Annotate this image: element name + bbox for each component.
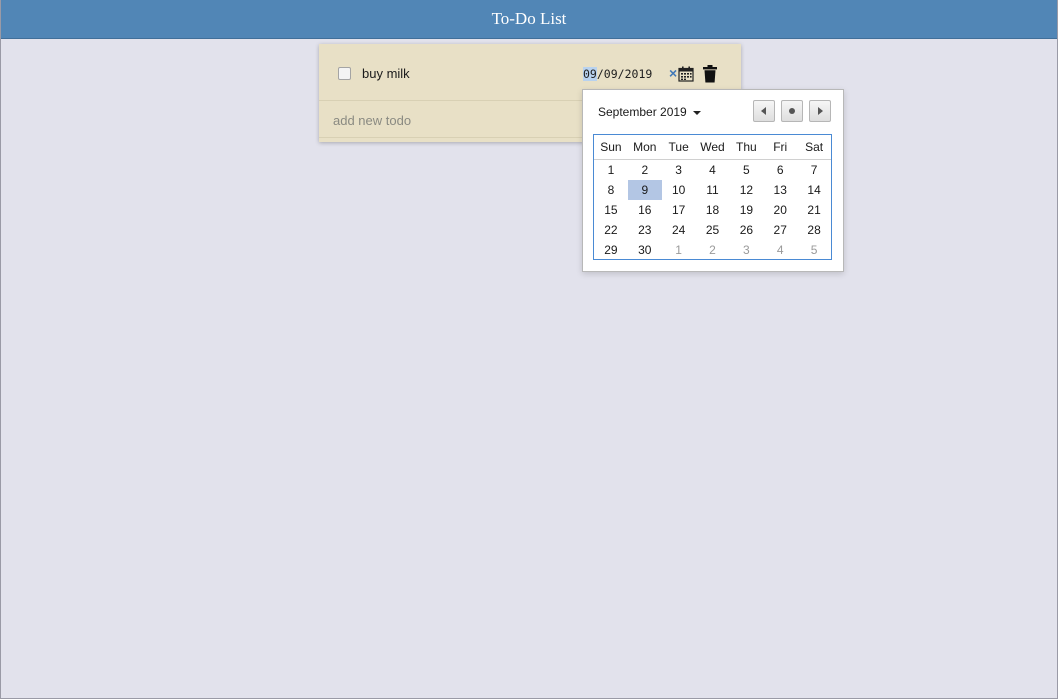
- weekday-label: Tue: [668, 140, 689, 154]
- month-year-label: September 2019: [598, 105, 687, 119]
- calendar-day[interactable]: 18: [696, 200, 730, 220]
- calendar-day[interactable]: 22: [594, 220, 628, 240]
- date-day-segment[interactable]: 09: [604, 67, 618, 81]
- calendar-day[interactable]: 25: [696, 220, 730, 240]
- calendar-day[interactable]: 24: [662, 220, 696, 240]
- clear-date-icon[interactable]: ×: [669, 66, 677, 80]
- calendar-day[interactable]: 26: [729, 220, 763, 240]
- calendar-day-selected[interactable]: 9: [627, 180, 662, 200]
- calendar-day[interactable]: 7: [797, 160, 831, 180]
- calendar-day[interactable]: 29: [594, 240, 628, 260]
- due-date-input[interactable]: 09/09/2019: [583, 67, 652, 81]
- calendar-day-other-month[interactable]: 3: [729, 240, 763, 260]
- calendar-day[interactable]: 2: [628, 160, 662, 180]
- date-separator: /: [617, 67, 625, 81]
- calendar-day[interactable]: 5: [729, 160, 763, 180]
- dot-icon: [789, 108, 795, 114]
- calendar-day[interactable]: 15: [594, 200, 628, 220]
- calendar-day[interactable]: 21: [797, 200, 831, 220]
- calendar-day[interactable]: 12: [729, 180, 763, 200]
- todo-checkbox[interactable]: [338, 67, 351, 80]
- prev-month-button[interactable]: [753, 100, 775, 122]
- calendar-day[interactable]: 6: [763, 160, 797, 180]
- calendar-day[interactable]: 19: [729, 200, 763, 220]
- calendar-day[interactable]: 13: [763, 180, 797, 200]
- calendar-day[interactable]: 4: [696, 160, 730, 180]
- date-year-segment[interactable]: 2019: [625, 67, 653, 81]
- calendar-week: 1 2 3 4 5 6 7: [594, 160, 831, 180]
- calendar-day[interactable]: 8: [594, 180, 628, 200]
- calendar-day[interactable]: 20: [763, 200, 797, 220]
- calendar-day[interactable]: 28: [797, 220, 831, 240]
- next-month-button[interactable]: [809, 100, 831, 122]
- calendar-week: 15 16 17 18 19 20 21: [594, 200, 831, 220]
- calendar-day[interactable]: 23: [628, 220, 662, 240]
- trash-icon[interactable]: [702, 65, 718, 83]
- calendar-day-other-month[interactable]: 1: [662, 240, 696, 260]
- triangle-left-icon: [761, 107, 766, 115]
- month-year-dropdown[interactable]: September 2019: [598, 105, 701, 119]
- calendar-day[interactable]: 17: [662, 200, 696, 220]
- calendar-day[interactable]: 27: [763, 220, 797, 240]
- page: To-Do List buy milk 09/09/2019 × add new…: [0, 0, 1058, 699]
- calendar-day-other-month[interactable]: 2: [696, 240, 730, 260]
- calendar-grid: Sun Mon Tue Wed Thu Fri Sat 1 2 3 4 5 6 …: [593, 134, 832, 260]
- weekday-label: Sun: [600, 140, 622, 154]
- calendar-day[interactable]: 10: [662, 180, 696, 200]
- calendar-week: 8 9 10 11 12 13 14: [594, 180, 831, 200]
- calendar-week: 29 30 1 2 3 4 5: [594, 240, 831, 260]
- calendar-day[interactable]: 3: [662, 160, 696, 180]
- weekday-label: Mon: [633, 140, 657, 154]
- date-picker-popup: September 2019 Sun Mon Tue Wed Thu Fri S…: [582, 89, 844, 272]
- calendar-day[interactable]: 16: [628, 200, 662, 220]
- app-header: To-Do List: [1, 0, 1057, 39]
- todo-text[interactable]: buy milk: [362, 66, 410, 81]
- triangle-right-icon: [818, 107, 823, 115]
- weekday-label: Wed: [700, 140, 725, 154]
- weekday-label: Thu: [736, 140, 757, 154]
- page-title: To-Do List: [491, 9, 567, 28]
- calendar-day[interactable]: 30: [628, 240, 662, 260]
- date-month-segment[interactable]: 09: [583, 67, 597, 81]
- calendar-week: 22 23 24 25 26 27 28: [594, 220, 831, 240]
- date-separator: /: [596, 67, 604, 81]
- new-todo-input[interactable]: [333, 111, 583, 129]
- calendar-day-other-month[interactable]: 5: [797, 240, 831, 260]
- calendar-icon[interactable]: [678, 66, 694, 82]
- caret-down-icon: [692, 110, 701, 115]
- weekday-label: Sat: [805, 140, 824, 154]
- weekday-header: Sun Mon Tue Wed Thu Fri Sat: [594, 135, 831, 160]
- weekday-label: Fri: [773, 140, 788, 154]
- calendar-day[interactable]: 1: [594, 160, 628, 180]
- calendar-day[interactable]: 11: [696, 180, 730, 200]
- calendar-day-other-month[interactable]: 4: [763, 240, 797, 260]
- today-button[interactable]: [781, 100, 803, 122]
- calendar-day[interactable]: 14: [797, 180, 831, 200]
